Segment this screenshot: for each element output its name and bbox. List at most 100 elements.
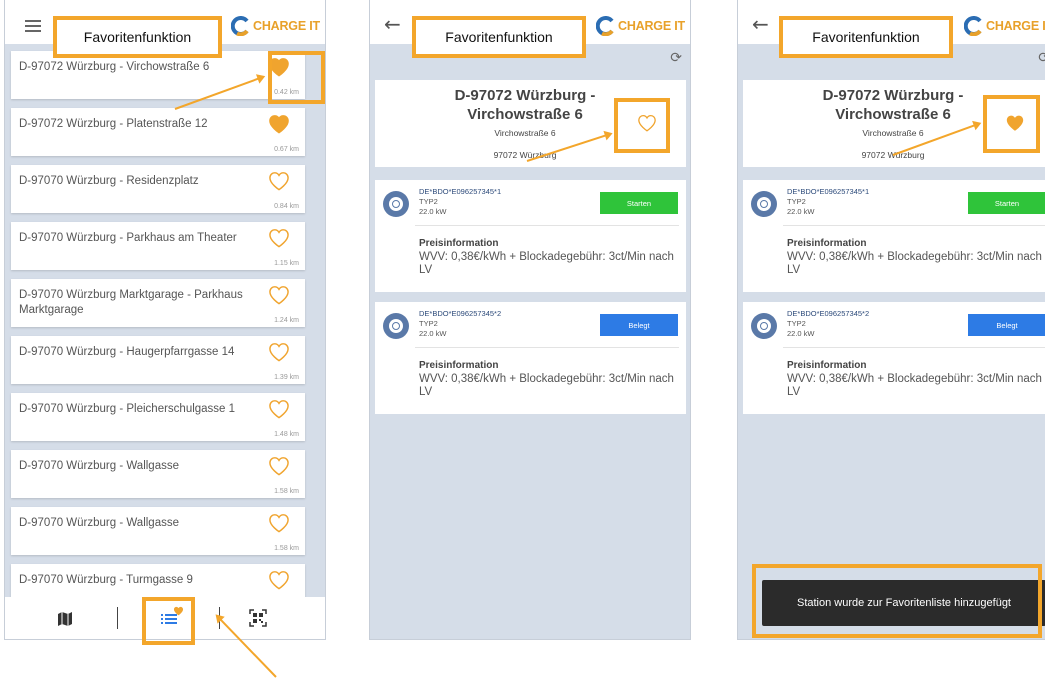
station-name: D-97070 Würzburg Marktgarage - Parkhaus … <box>19 289 243 316</box>
connector-id: DE*BDO*E096257345*1 <box>787 187 870 196</box>
refresh-icon[interactable]: ⟳ <box>670 50 682 66</box>
connector-card: DE*BDO*E096257345*1 TYP2 22.0 kW Starten… <box>743 180 1045 292</box>
station-title: D-97072 Würzburg - Virchowstraße 6 <box>822 87 964 123</box>
station-distance: 1.39 km <box>274 374 299 381</box>
station-title: D-97072 Würzburg - Virchowstraße 6 <box>454 87 596 123</box>
phone-screen-detail: ← CHARGE IT ⟳ D-97072 Würzburg - Virchow… <box>369 0 691 640</box>
price-heading: Preisinformation <box>787 238 867 249</box>
station-street: Virchowstraße 6 <box>494 128 556 138</box>
nav-divider <box>117 607 118 629</box>
connector-id: DE*BDO*E096257345*1 <box>419 187 502 196</box>
favorite-heart-outline-icon[interactable] <box>267 570 291 590</box>
annotation-title: Favoritenfunktion <box>812 29 920 45</box>
annotation-title: Favoritenfunktion <box>83 29 192 45</box>
charge-it-logo: CHARGE IT <box>596 15 690 39</box>
refresh-icon[interactable]: ⟳ <box>1038 50 1045 66</box>
station-distance: 1.48 km <box>274 431 299 438</box>
divider <box>783 347 1045 348</box>
favorite-heart-filled-icon[interactable] <box>267 114 291 134</box>
station-name: D-97070 Würzburg - Haugerpfarrgasse 14 <box>19 346 235 358</box>
annotation-heart-box <box>614 98 670 153</box>
station-distance: 0.67 km <box>274 146 299 153</box>
station-distance: 1.58 km <box>274 545 299 552</box>
connector-id: DE*BDO*E096257345*2 <box>787 309 870 318</box>
station-name: D-97070 Würzburg - Parkhaus am Theater <box>19 232 237 244</box>
connector-type: TYP2 <box>419 197 438 206</box>
station-name: D-97070 Würzburg - Pleicherschulgasse 1 <box>19 403 236 415</box>
list-item[interactable]: D-97070 Würzburg Marktgarage - Parkhaus … <box>11 279 305 327</box>
list-item[interactable]: D-97070 Würzburg - Parkhaus am Theater 1.… <box>11 222 305 270</box>
connector-card: DE*BDO*E096257345*2 TYP2 22.0 kW Belegt … <box>743 302 1045 414</box>
connector-type: TYP2 <box>787 319 806 328</box>
annotation-toast-box <box>752 564 1042 638</box>
station-name: D-97070 Würzburg - Wallgasse <box>19 460 179 472</box>
back-arrow-icon[interactable]: ← <box>752 14 769 34</box>
station-distance: 1.58 km <box>274 488 299 495</box>
list-item[interactable]: D-97070 Würzburg - Pleicherschulgasse 1 1… <box>11 393 305 441</box>
connector-power: 22.0 kW <box>787 329 815 338</box>
favorite-heart-outline-icon[interactable] <box>267 228 291 248</box>
map-icon[interactable] <box>57 611 73 627</box>
annotation-title-box: Favoritenfunktion <box>412 16 586 58</box>
connector-power: 22.0 kW <box>419 329 447 338</box>
station-city: 97072 Würzburg <box>493 150 557 160</box>
favorite-heart-outline-icon[interactable] <box>267 456 291 476</box>
price-heading: Preisinformation <box>419 238 499 249</box>
favorite-heart-outline-icon[interactable] <box>267 399 291 419</box>
station-name: D-97070 Würzburg - Wallgasse <box>19 517 179 529</box>
favorite-heart-outline-icon[interactable] <box>267 513 291 533</box>
connector-card: DE*BDO*E096257345*1 TYP2 22.0 kW Starten… <box>375 180 686 292</box>
favorite-heart-outline-icon[interactable] <box>267 171 291 191</box>
price-text: WVV: 0,38€/kWh + Blockadegebühr: 3ct/Min… <box>787 373 1042 398</box>
plug-type2-icon <box>751 191 777 217</box>
charge-it-logo: CHARGE IT <box>964 15 1045 39</box>
back-arrow-icon[interactable]: ← <box>384 14 401 34</box>
logo-icon <box>596 16 614 36</box>
price-text: WVV: 0,38€/kWh + Blockadegebühr: 3ct/Min… <box>419 373 674 398</box>
start-button[interactable]: Starten <box>968 192 1045 214</box>
busy-button[interactable]: Belegt <box>600 314 678 336</box>
connector-type: TYP2 <box>419 319 438 328</box>
station-distance: 1.15 km <box>274 260 299 267</box>
list-item[interactable]: D-97070 Würzburg - Haugerpfarrgasse 14 1.… <box>11 336 305 384</box>
menu-icon[interactable] <box>25 20 41 32</box>
charge-it-logo: CHARGE IT <box>231 15 325 39</box>
station-name: D-97070 Würzburg - Residenzplatz <box>19 175 199 187</box>
favorite-heart-outline-icon[interactable] <box>267 285 291 305</box>
station-distance: 1.24 km <box>274 317 299 324</box>
annotation-heart-box <box>268 51 325 104</box>
list-item[interactable]: D-97070 Würzburg - Residenzplatz 0.84 km <box>11 165 305 213</box>
connector-power: 22.0 kW <box>787 207 815 216</box>
favorite-heart-outline-icon[interactable] <box>267 342 291 362</box>
logo-text: CHARGE IT <box>986 19 1045 33</box>
divider <box>415 347 679 348</box>
list-item[interactable]: D-97070 Würzburg - Wallgasse 1.58 km <box>11 507 305 555</box>
logo-icon <box>964 16 982 36</box>
annotation-nav-box <box>142 597 195 645</box>
station-distance: 0.84 km <box>274 203 299 210</box>
station-name: D-97070 Würzburg - Turmgasse 9 <box>19 574 193 586</box>
price-text: WVV: 0,38€/kWh + Blockadegebühr: 3ct/Min… <box>787 251 1042 276</box>
divider <box>783 225 1045 226</box>
qr-code-icon[interactable] <box>249 609 267 627</box>
station-name: D-97072 Würzburg - Platenstraße 12 <box>19 118 208 130</box>
list-item[interactable]: D-97072 Würzburg - Platenstraße 12 0.67 k… <box>11 108 305 156</box>
annotation-title-box: Favoritenfunktion <box>53 16 222 58</box>
price-heading: Preisinformation <box>419 360 499 371</box>
plug-type2-icon <box>751 313 777 339</box>
price-heading: Preisinformation <box>787 360 867 371</box>
divider <box>415 225 679 226</box>
plug-type2-icon <box>383 191 409 217</box>
start-button[interactable]: Starten <box>600 192 678 214</box>
station-name: D-97072 Würzburg - Virchowstraße 6 <box>19 61 210 73</box>
annotation-title: Favoritenfunktion <box>445 29 553 45</box>
price-text: WVV: 0,38€/kWh + Blockadegebühr: 3ct/Min… <box>419 251 674 276</box>
logo-icon <box>231 16 249 36</box>
busy-button[interactable]: Belegt <box>968 314 1045 336</box>
plug-type2-icon <box>383 313 409 339</box>
annotation-title-box: Favoritenfunktion <box>779 16 953 58</box>
list-item[interactable]: D-97070 Würzburg - Wallgasse 1.58 km <box>11 450 305 498</box>
connector-card: DE*BDO*E096257345*2 TYP2 22.0 kW Belegt … <box>375 302 686 414</box>
connector-type: TYP2 <box>787 197 806 206</box>
connector-id: DE*BDO*E096257345*2 <box>419 309 502 318</box>
